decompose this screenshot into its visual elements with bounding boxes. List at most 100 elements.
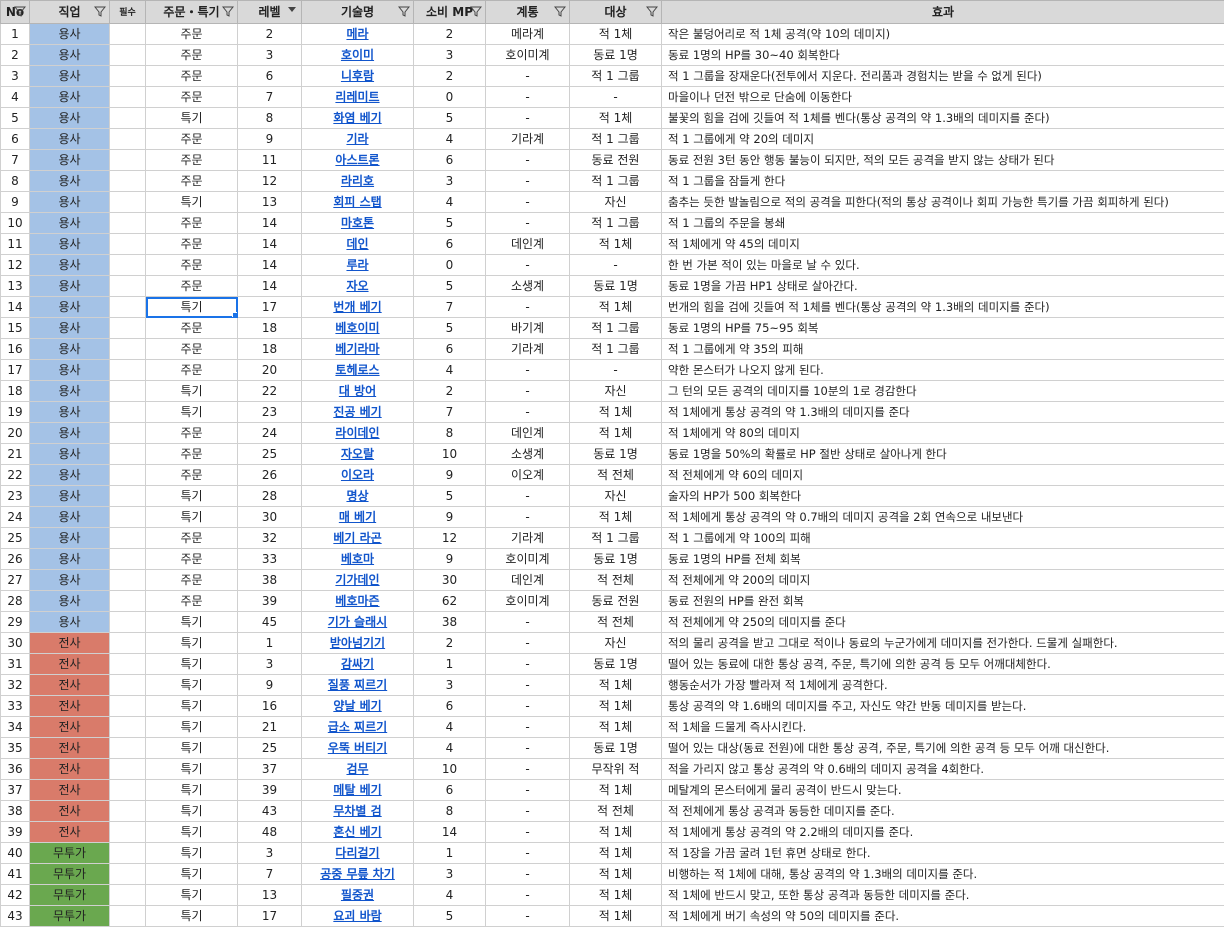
cell-level[interactable]: 37 [238,759,302,780]
cell-effect[interactable]: 적의 물리 공격을 받고 그대로 적이나 동료의 누군가에게 데미지를 전가한다… [662,633,1224,654]
cell-no[interactable]: 33 [1,696,30,717]
cell-level[interactable]: 16 [238,696,302,717]
cell-required[interactable] [110,843,146,864]
cell-mp[interactable]: 2 [414,24,486,45]
cell-type[interactable]: 주문 [146,339,238,360]
cell-mp[interactable]: 10 [414,759,486,780]
cell-level[interactable]: 3 [238,843,302,864]
cell-required[interactable] [110,234,146,255]
cell-type[interactable]: 특기 [146,885,238,906]
cell-mp[interactable]: 5 [414,213,486,234]
cell-job[interactable]: 용사 [30,444,110,465]
cell-skill-link[interactable]: 기가 슬래시 [302,612,414,633]
cell-no[interactable]: 19 [1,402,30,423]
cell-no[interactable]: 37 [1,780,30,801]
cell-required[interactable] [110,885,146,906]
cell-job[interactable]: 용사 [30,549,110,570]
cell-required[interactable] [110,24,146,45]
cell-family[interactable]: - [486,675,570,696]
cell-job[interactable]: 전사 [30,675,110,696]
cell-no[interactable]: 9 [1,192,30,213]
cell-skill-link[interactable]: 자오 [302,276,414,297]
filter-icon[interactable] [398,5,410,17]
cell-required[interactable] [110,738,146,759]
cell-job[interactable]: 전사 [30,717,110,738]
cell-job[interactable]: 용사 [30,507,110,528]
filter-icon[interactable] [646,5,658,17]
cell-type[interactable]: 특기 [146,864,238,885]
cell-job[interactable]: 용사 [30,255,110,276]
cell-family[interactable]: 소생계 [486,276,570,297]
cell-level[interactable]: 13 [238,192,302,213]
cell-target[interactable]: 동료 1명 [570,738,662,759]
cell-job[interactable]: 용사 [30,528,110,549]
cell-target[interactable]: 적 1 그룹 [570,213,662,234]
cell-effect[interactable]: 적 1장을 가끔 굴려 1턴 휴면 상태로 한다. [662,843,1224,864]
cell-family[interactable]: - [486,192,570,213]
cell-type[interactable]: 특기 [146,780,238,801]
cell-skill-link[interactable]: 대 방어 [302,381,414,402]
cell-required[interactable] [110,150,146,171]
cell-required[interactable] [110,108,146,129]
cell-effect[interactable]: 메탈계의 몬스터에게 물리 공격이 반드시 맞는다. [662,780,1224,801]
cell-target[interactable]: 적 1체 [570,843,662,864]
cell-type[interactable]: 특기 [146,507,238,528]
cell-level[interactable]: 18 [238,318,302,339]
cell-required[interactable] [110,717,146,738]
cell-target[interactable]: 동료 전원 [570,591,662,612]
cell-level[interactable]: 39 [238,591,302,612]
cell-target[interactable]: 적 1체 [570,717,662,738]
cell-effect[interactable]: 동료 1명의 HP를 30~40 회복한다 [662,45,1224,66]
cell-job[interactable]: 용사 [30,234,110,255]
cell-job[interactable]: 용사 [30,171,110,192]
cell-effect[interactable]: 적을 가리지 않고 통상 공격의 약 0.6배의 데미지 공격을 4회한다. [662,759,1224,780]
cell-type[interactable]: 주문 [146,171,238,192]
col-header-skill[interactable]: 기술명 [302,1,414,24]
cell-no[interactable]: 16 [1,339,30,360]
filter-icon[interactable] [14,5,26,17]
cell-effect[interactable]: 동료 1명의 HP를 전체 회복 [662,549,1224,570]
cell-skill-link[interactable]: 베호마 [302,549,414,570]
cell-type[interactable]: 특기 [146,717,238,738]
cell-required[interactable] [110,759,146,780]
cell-type[interactable]: 주문 [146,150,238,171]
cell-required[interactable] [110,570,146,591]
cell-target[interactable]: 적 1체 [570,780,662,801]
cell-no[interactable]: 18 [1,381,30,402]
cell-required[interactable] [110,318,146,339]
cell-level[interactable]: 1 [238,633,302,654]
cell-mp[interactable]: 9 [414,507,486,528]
cell-mp[interactable]: 6 [414,780,486,801]
cell-mp[interactable]: 2 [414,66,486,87]
cell-effect[interactable]: 통상 공격의 약 1.6배의 데미지를 주고, 자신도 약간 반동 데미지를 받… [662,696,1224,717]
cell-target[interactable]: 적 전체 [570,465,662,486]
cell-effect[interactable]: 비행하는 적 1체에 대해, 통상 공격의 약 1.3배의 데미지를 준다. [662,864,1224,885]
cell-job[interactable]: 용사 [30,66,110,87]
cell-level[interactable]: 20 [238,360,302,381]
col-header-job[interactable]: 직업 [30,1,110,24]
cell-effect[interactable]: 작은 불덩어리로 적 1체 공격(약 10의 데미지) [662,24,1224,45]
cell-required[interactable] [110,192,146,213]
cell-type[interactable]: 특기 [146,654,238,675]
cell-effect[interactable]: 마을이나 던전 밖으로 단숨에 이동한다 [662,87,1224,108]
cell-no[interactable]: 32 [1,675,30,696]
cell-effect[interactable]: 적 1체에게 통상 공격의 약 0.7배의 데미지 공격을 2회 연속으로 내보… [662,507,1224,528]
cell-effect[interactable]: 약한 몬스터가 나오지 않게 된다. [662,360,1224,381]
cell-mp[interactable]: 2 [414,381,486,402]
cell-effect[interactable]: 적 1 그룹의 주문을 봉쇄 [662,213,1224,234]
cell-mp[interactable]: 6 [414,234,486,255]
cell-job[interactable]: 용사 [30,339,110,360]
cell-target[interactable]: 적 1체 [570,675,662,696]
cell-required[interactable] [110,591,146,612]
cell-required[interactable] [110,507,146,528]
cell-no[interactable]: 11 [1,234,30,255]
cell-effect[interactable]: 적 1 그룹에게 약 20의 데미지 [662,129,1224,150]
cell-level[interactable]: 3 [238,654,302,675]
cell-type[interactable]: 주문 [146,24,238,45]
cell-no[interactable]: 8 [1,171,30,192]
cell-type[interactable]: 특기 [146,108,238,129]
cell-skill-link[interactable]: 루라 [302,255,414,276]
cell-level[interactable]: 38 [238,570,302,591]
cell-type[interactable]: 특기 [146,759,238,780]
cell-target[interactable]: 적 1 그룹 [570,129,662,150]
